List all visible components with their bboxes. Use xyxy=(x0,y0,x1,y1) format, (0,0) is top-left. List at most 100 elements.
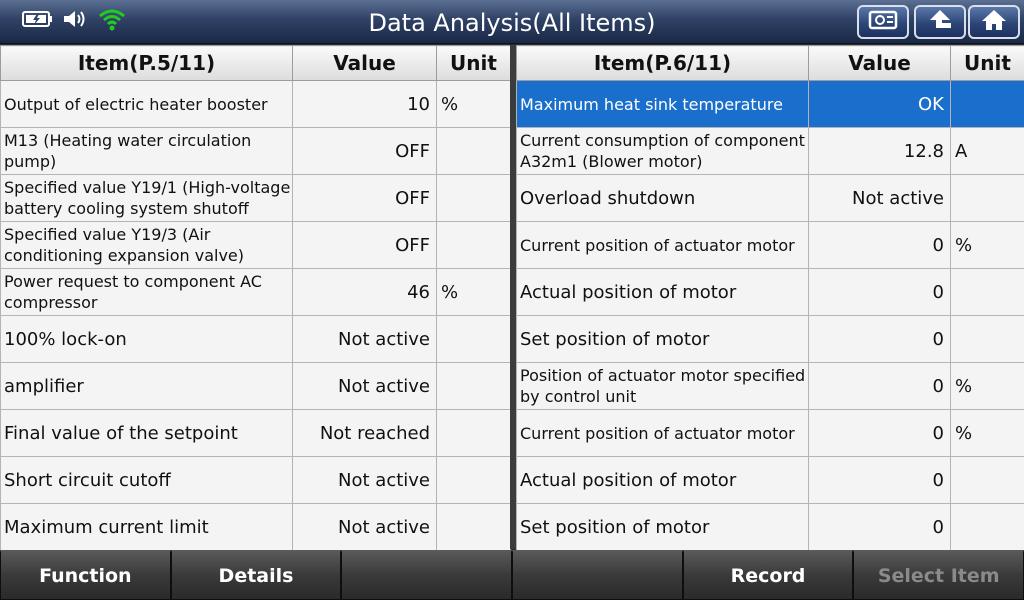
unit-cell xyxy=(436,221,511,269)
value-cell: OFF xyxy=(292,174,437,222)
item-cell: Actual position of motor xyxy=(516,268,809,316)
value-cell: Not active xyxy=(292,362,437,410)
item-cell: Set position of motor xyxy=(516,503,809,551)
unit-cell: % xyxy=(950,362,1024,410)
table-row[interactable]: M13 (Heating water circulation pump) OFF xyxy=(0,127,511,175)
value-cell: 12.8 xyxy=(808,127,951,175)
table-row[interactable]: Output of electric heater booster 10% xyxy=(0,80,511,128)
item-cell: Current position of actuator motor xyxy=(516,409,809,457)
title-bar: Data Analysis(All Items) xyxy=(0,0,1024,44)
value-cell: Not active xyxy=(808,174,951,222)
function-button[interactable]: Function xyxy=(0,550,171,600)
unit-cell: % xyxy=(436,80,511,128)
item-cell: Short circuit cutoff xyxy=(0,456,293,504)
wifi-icon xyxy=(98,7,126,35)
item-cell: 100% lock-on xyxy=(0,315,293,363)
value-cell: 0 xyxy=(808,268,951,316)
home-icon xyxy=(980,8,1008,36)
unit-cell xyxy=(436,456,511,504)
unit-cell xyxy=(436,362,511,410)
item-cell: Maximum current limit xyxy=(0,503,293,551)
table-row[interactable]: Current position of actuator motor 0% xyxy=(516,409,1024,457)
unit-cell xyxy=(436,315,511,363)
unit-cell xyxy=(950,80,1024,128)
table-row[interactable]: Current position of actuator motor 0% xyxy=(516,221,1024,269)
home-button[interactable] xyxy=(968,5,1020,39)
table-row[interactable]: Current consumption of component A32m1 (… xyxy=(516,127,1024,175)
value-cell: 0 xyxy=(808,362,951,410)
unit-cell xyxy=(436,503,511,551)
unit-cell xyxy=(436,409,511,457)
table-row[interactable]: Specified value Y19/1 (High-voltage batt… xyxy=(0,174,511,222)
item-cell: amplifier xyxy=(0,362,293,410)
item-cell: Power request to component AC compressor xyxy=(0,268,293,316)
table-row[interactable]: Final value of the setpoint Not reached xyxy=(0,409,511,457)
unit-cell xyxy=(950,268,1024,316)
table-row[interactable]: Specified value Y19/3 (Air conditioning … xyxy=(0,221,511,269)
value-cell: OK xyxy=(808,80,951,128)
item-cell: Set position of motor xyxy=(516,315,809,363)
bottom-toolbar: Function Details Record Select Item xyxy=(0,550,1024,600)
speaker-volume-icon xyxy=(62,8,90,34)
unit-cell: % xyxy=(436,268,511,316)
table-row[interactable]: Position of actuator motor specified by … xyxy=(516,362,1024,410)
table-row[interactable]: Set position of motor 0 xyxy=(516,315,1024,363)
item-cell: Current position of actuator motor xyxy=(516,221,809,269)
value-cell: Not reached xyxy=(292,409,437,457)
value-cell: 0 xyxy=(808,456,951,504)
screenshot-icon xyxy=(868,9,898,35)
details-button[interactable]: Details xyxy=(170,550,342,600)
column-header-item: Item(P.5/11) xyxy=(0,45,293,81)
unit-cell xyxy=(436,174,511,222)
value-cell: 0 xyxy=(808,409,951,457)
column-header-unit: Unit xyxy=(950,45,1024,81)
value-cell: 46 xyxy=(292,268,437,316)
item-cell: Final value of the setpoint xyxy=(0,409,293,457)
column-header-value: Value xyxy=(808,45,951,81)
value-cell: 10 xyxy=(292,80,437,128)
table-row[interactable]: Power request to component AC compressor… xyxy=(0,268,511,316)
value-cell: 0 xyxy=(808,221,951,269)
empty-button-3[interactable] xyxy=(341,550,513,600)
table-row[interactable]: Actual position of motor 0 xyxy=(516,268,1024,316)
table-row[interactable]: Overload shutdown Not active xyxy=(516,174,1024,222)
table-header-row: Item(P.5/11) Value Unit xyxy=(0,45,511,81)
value-cell: 0 xyxy=(808,315,951,363)
status-icons xyxy=(22,9,126,33)
column-header-value: Value xyxy=(292,45,437,81)
value-cell: OFF xyxy=(292,127,437,175)
item-cell: Specified value Y19/1 (High-voltage batt… xyxy=(0,174,293,222)
table-row[interactable]: Actual position of motor 0 xyxy=(516,456,1024,504)
item-cell: Actual position of motor xyxy=(516,456,809,504)
unit-cell: % xyxy=(950,409,1024,457)
back-button[interactable] xyxy=(914,5,966,39)
item-cell: Position of actuator motor specified by … xyxy=(516,362,809,410)
item-cell: Overload shutdown xyxy=(516,174,809,222)
table-row[interactable]: Set position of motor 0 xyxy=(516,503,1024,551)
value-cell: Not active xyxy=(292,315,437,363)
item-cell: Output of electric heater booster xyxy=(0,80,293,128)
value-cell: OFF xyxy=(292,221,437,269)
table-row[interactable]: Short circuit cutoff Not active xyxy=(0,456,511,504)
right-data-table: Item(P.6/11) Value Unit Maximum heat sin… xyxy=(516,45,1024,551)
table-row[interactable]: 100% lock-on Not active xyxy=(0,315,511,363)
table-header-row: Item(P.6/11) Value Unit xyxy=(516,45,1024,81)
value-cell: Not active xyxy=(292,503,437,551)
screenshot-button[interactable] xyxy=(857,5,909,39)
unit-cell xyxy=(950,315,1024,363)
table-row[interactable]: Maximum current limit Not active xyxy=(0,503,511,551)
record-button[interactable]: Record xyxy=(682,550,854,600)
empty-button-4[interactable] xyxy=(512,550,683,600)
unit-cell: A xyxy=(950,127,1024,175)
table-row[interactable]: amplifier Not active xyxy=(0,362,511,410)
unit-cell xyxy=(950,174,1024,222)
left-data-table: Item(P.5/11) Value Unit Output of electr… xyxy=(0,45,511,551)
item-cell: Current consumption of component A32m1 (… xyxy=(516,127,809,175)
unit-cell xyxy=(950,503,1024,551)
unit-cell xyxy=(950,456,1024,504)
unit-cell xyxy=(436,127,511,175)
select-item-button[interactable]: Select Item xyxy=(853,550,1024,600)
item-cell: Maximum heat sink temperature xyxy=(516,80,809,128)
table-row-selected[interactable]: Maximum heat sink temperature OK xyxy=(516,80,1024,128)
battery-charging-icon xyxy=(22,10,54,32)
